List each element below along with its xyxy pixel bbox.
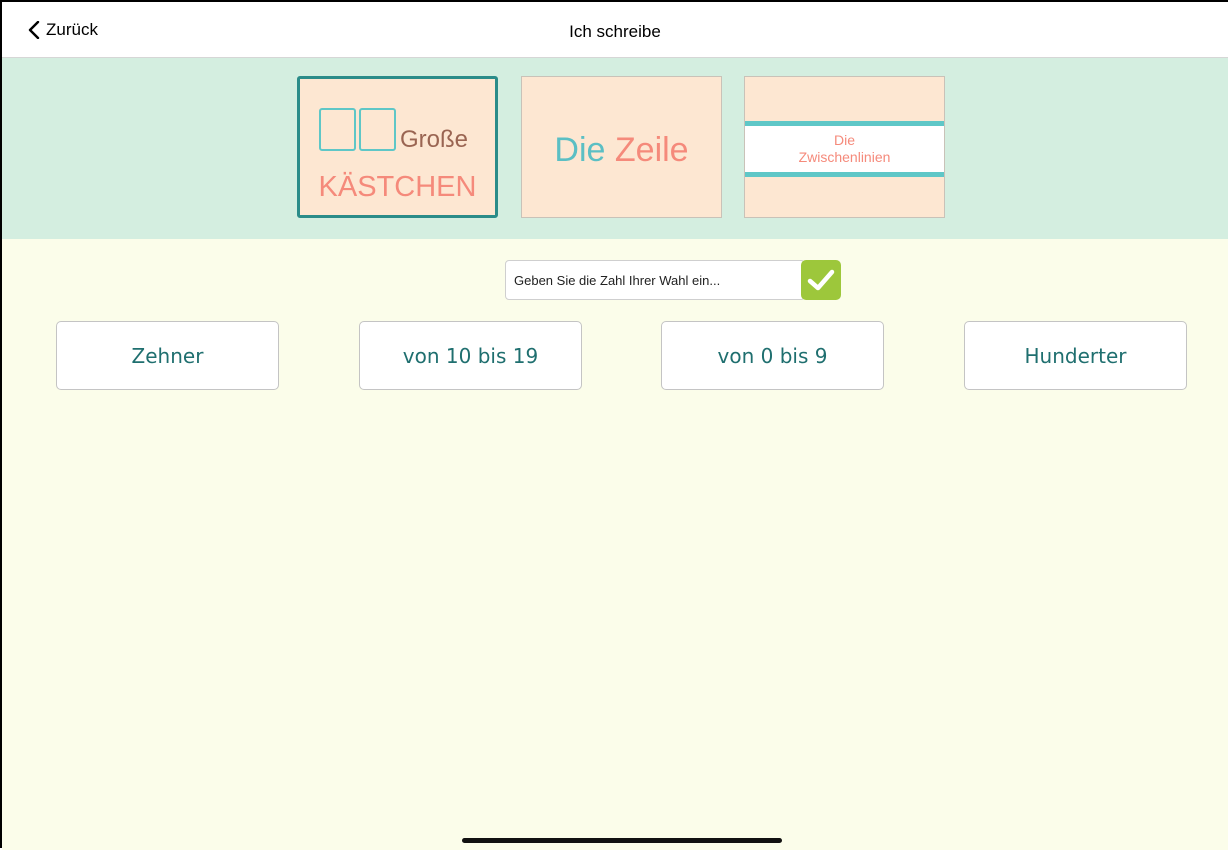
- mode-card-label-top: Große: [400, 126, 469, 153]
- mode-card-label-line1: Die: [833, 132, 855, 148]
- main-content: Geben Sie die Zahl Ihrer Wahl ein... Zeh…: [2, 239, 1228, 850]
- writing-mode-selector: Große KÄSTCHEN Die Zeile Die Zwischenlin…: [2, 58, 1228, 239]
- guide-line-bottom: [745, 172, 944, 177]
- number-entry-field[interactable]: Geben Sie die Zahl Ihrer Wahl ein...: [505, 260, 805, 300]
- confirm-button[interactable]: [801, 260, 841, 300]
- mode-card-label: Die Zwischenlinien: [745, 132, 944, 166]
- box-icon: [319, 108, 356, 151]
- mode-card-die-zeile[interactable]: Die Zeile: [521, 76, 722, 218]
- box-icon: [359, 108, 396, 151]
- page-title: Ich schreibe: [569, 22, 661, 41]
- mode-card-label-word1: Die: [554, 131, 606, 169]
- mode-card-label: Die Zeile: [522, 131, 721, 170]
- mode-card-grosse-kaestchen[interactable]: Große KÄSTCHEN: [297, 76, 498, 218]
- option-0-bis-9-button[interactable]: von 0 bis 9: [661, 321, 884, 390]
- checkmark-icon: [807, 269, 835, 291]
- option-hunderter-button[interactable]: Hunderter: [964, 321, 1187, 390]
- home-indicator[interactable]: [462, 838, 782, 843]
- option-zehner-button[interactable]: Zehner: [56, 321, 279, 390]
- mode-card-label-word2: Zeile: [614, 131, 689, 169]
- mode-card-label-line2: Zwischenlinien: [798, 149, 891, 165]
- mode-card-label-bottom: KÄSTCHEN: [318, 171, 477, 203]
- option-10-bis-19-button[interactable]: von 10 bis 19: [359, 321, 582, 390]
- navigation-bar: Zurück Ich schreibe: [2, 2, 1228, 58]
- mode-card-zwischenlinien[interactable]: Die Zwischenlinien: [744, 76, 945, 218]
